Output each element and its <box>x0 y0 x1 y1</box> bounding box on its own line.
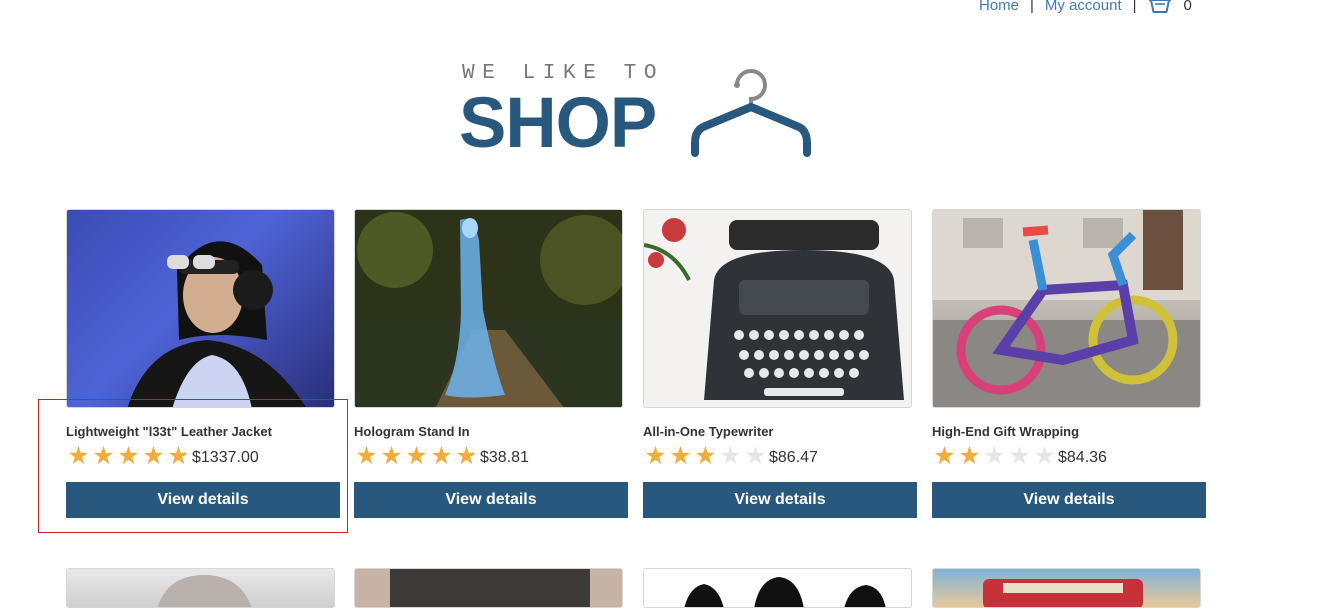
product-name: All-in-One Typewriter <box>643 424 774 439</box>
logo-word: SHOP <box>459 84 657 163</box>
product-image[interactable] <box>932 209 1201 408</box>
star-icon: ★ <box>1033 441 1056 470</box>
product-price: $86.47 <box>769 449 818 466</box>
star-icon: ★ <box>644 441 667 470</box>
view-details-button[interactable]: View details <box>932 482 1206 518</box>
star-icon: ★ <box>1008 441 1031 470</box>
nav-separator: | <box>1030 0 1034 14</box>
hanger-icon <box>691 69 811 157</box>
star-icon: ★ <box>355 441 378 470</box>
view-details-button[interactable]: View details <box>354 482 628 518</box>
product-name: High-End Gift Wrapping <box>932 424 1080 439</box>
product-price: $84.36 <box>1058 449 1107 466</box>
site-logo[interactable]: WE LIKE TO SHOP <box>459 62 819 163</box>
star-icon: ★ <box>744 441 767 470</box>
product-rating: ★ ★ ★ ★ ★ $38.81 <box>354 441 628 470</box>
product-image[interactable] <box>932 568 1201 608</box>
star-icon: ★ <box>719 441 742 470</box>
product-card: All-in-One Typewriter ★ ★ ★ ★ ★ $86.47 V… <box>643 209 917 518</box>
nav-separator: | <box>1132 0 1137 14</box>
product-name: Hologram Stand In <box>354 424 470 439</box>
cart-count: 0 <box>1183 0 1192 14</box>
product-card: High-End Gift Wrapping ★ ★ ★ ★ ★ $84.36 … <box>932 209 1206 518</box>
star-icon: ★ <box>933 441 956 470</box>
star-icon: ★ <box>380 441 403 470</box>
view-details-button[interactable]: View details <box>643 482 917 518</box>
product-image[interactable] <box>66 209 335 408</box>
star-icon: ★ <box>669 441 692 470</box>
product-price: $38.81 <box>480 449 529 466</box>
cart-icon[interactable] <box>1148 0 1172 15</box>
star-icon: ★ <box>694 441 717 470</box>
logo-tagline: WE LIKE TO <box>462 62 665 85</box>
star-icon: ★ <box>958 441 981 470</box>
product-image[interactable] <box>354 209 623 408</box>
my-account-link[interactable]: My account <box>1045 0 1122 14</box>
product-rating: ★ ★ ★ ★ ★ $86.47 <box>643 441 917 470</box>
star-icon: ★ <box>430 441 453 470</box>
product-image[interactable] <box>643 568 912 608</box>
home-link[interactable]: Home <box>979 0 1019 14</box>
star-icon: ★ <box>405 441 428 470</box>
selection-highlight <box>38 399 348 533</box>
star-icon: ★ <box>983 441 1006 470</box>
product-rating: ★ ★ ★ ★ ★ $84.36 <box>932 441 1206 470</box>
product-image[interactable] <box>643 209 912 408</box>
product-image[interactable] <box>354 568 623 608</box>
top-nav: Home | My account | 0 <box>979 0 1192 15</box>
product-image[interactable] <box>66 568 335 608</box>
product-card: Hologram Stand In ★ ★ ★ ★ ★ $38.81 View … <box>354 209 628 518</box>
star-icon: ★ <box>455 441 478 470</box>
